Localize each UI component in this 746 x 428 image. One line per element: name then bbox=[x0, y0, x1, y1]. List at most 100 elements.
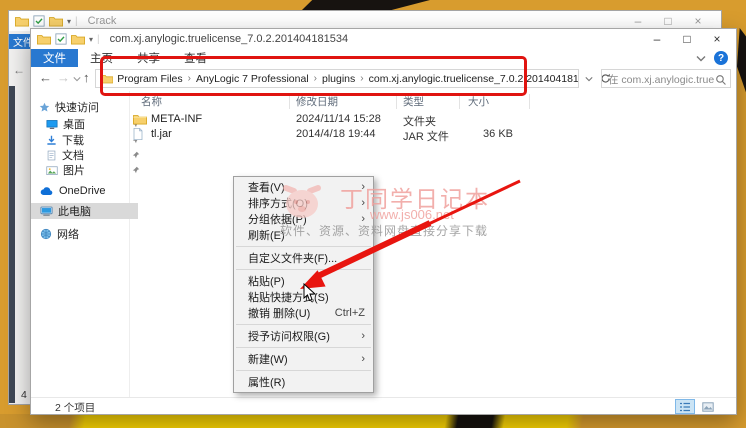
sidebar-item-label: 文档 bbox=[62, 150, 84, 162]
menu-item-new[interactable]: 新建(W) › bbox=[234, 351, 373, 367]
column-divider[interactable] bbox=[459, 94, 460, 109]
file-size: 36 KB bbox=[483, 128, 513, 140]
menu-item-give-access[interactable]: 授予访问权限(G) › bbox=[234, 328, 373, 344]
submenu-arrow-icon: › bbox=[361, 213, 365, 225]
details-view-button[interactable] bbox=[675, 399, 695, 414]
sidebar-item-onedrive[interactable]: OneDrive bbox=[31, 183, 138, 199]
recent-locations-icon[interactable] bbox=[73, 76, 81, 82]
help-icon[interactable]: ? bbox=[714, 51, 728, 65]
menu-item-label: 排序方式(O) bbox=[248, 198, 308, 210]
menu-item-paste-shortcut[interactable]: 粘贴快捷方式(S) bbox=[234, 289, 373, 305]
file-date: 2024/11/14 15:28 bbox=[296, 113, 381, 125]
computer-icon bbox=[40, 206, 53, 216]
navigation-pane: 快速访问 桌面 下载 文档 图片 OneDrive 此电脑 网络 bbox=[31, 91, 140, 398]
sidebar-item-this-pc[interactable]: 此电脑 bbox=[31, 203, 138, 219]
column-divider[interactable] bbox=[396, 94, 397, 109]
sidebar-item-label: 快速访问 bbox=[55, 102, 99, 114]
menu-item-view[interactable]: 查看(V) › bbox=[234, 179, 373, 195]
sidebar-item-downloads[interactable]: 下载 bbox=[31, 132, 144, 148]
folder-icon bbox=[133, 115, 147, 125]
sidebar-item-label: 下载 bbox=[62, 135, 84, 147]
thumbnail-view-button[interactable] bbox=[698, 399, 718, 414]
sidebar-item-documents[interactable]: 文档 bbox=[31, 147, 144, 163]
column-header-size[interactable]: 大小 bbox=[468, 94, 489, 109]
divider: | bbox=[97, 33, 100, 45]
sidebar-item-quick-access[interactable]: 快速访问 bbox=[31, 99, 137, 115]
menu-item-properties[interactable]: 属性(R) bbox=[234, 374, 373, 390]
search-icon bbox=[716, 75, 726, 85]
desktop: ▾ | Crack – □ × 文件 ← 4 ▾ | com.xj.anylog… bbox=[0, 0, 746, 428]
check-properties-icon bbox=[55, 33, 67, 45]
menu-separator bbox=[236, 269, 371, 270]
document-icon bbox=[47, 150, 56, 160]
folder-icon bbox=[15, 17, 29, 27]
address-dropdown-button[interactable] bbox=[581, 69, 597, 88]
file-type: 文件夹 bbox=[403, 116, 436, 128]
qat-dropdown-icon[interactable]: ▾ bbox=[89, 35, 93, 44]
pictures-icon bbox=[46, 165, 58, 175]
titlebar[interactable]: ▾ | com.xj.anylogic.truelicense_7.0.2.20… bbox=[31, 29, 736, 49]
sidebar-item-network[interactable]: 网络 bbox=[31, 226, 138, 242]
status-bar: 2 个项目 bbox=[31, 397, 736, 414]
menu-separator bbox=[236, 347, 371, 348]
sidebar-item-label: 图片 bbox=[63, 165, 85, 177]
submenu-arrow-icon: › bbox=[361, 353, 365, 365]
desktop-icon bbox=[46, 119, 58, 129]
menu-separator bbox=[236, 324, 371, 325]
file-row-meta-inf[interactable]: META-INF 2024/11/14 15:28 文件夹 bbox=[129, 113, 736, 128]
menu-item-label: 属性(R) bbox=[248, 377, 286, 389]
menu-item-label: 查看(V) bbox=[248, 182, 285, 194]
file-date: 2014/4/18 19:44 bbox=[296, 128, 376, 140]
menu-item-label: 粘贴快捷方式(S) bbox=[248, 292, 329, 304]
download-icon bbox=[47, 135, 56, 145]
file-row-tl-jar[interactable]: tl.jar 2014/4/18 19:44 JAR 文件 36 KB bbox=[129, 128, 736, 143]
chevron-down-icon bbox=[585, 76, 593, 81]
column-divider[interactable] bbox=[289, 94, 290, 109]
menu-item-group-by[interactable]: 分组依据(P) › bbox=[234, 211, 373, 227]
close-button[interactable]: × bbox=[702, 29, 732, 48]
tab-file[interactable]: 文件 bbox=[31, 49, 78, 67]
menu-item-refresh[interactable]: 刷新(E) bbox=[234, 227, 373, 243]
file-name: META-INF bbox=[151, 113, 203, 125]
context-menu: 查看(V) › 排序方式(O) › 分组依据(P) › 刷新(E) 自定义文件夹… bbox=[233, 176, 374, 393]
back-button[interactable]: ← bbox=[39, 70, 52, 85]
thumbnail-view-icon bbox=[702, 401, 714, 412]
caution-stripe bbox=[737, 28, 746, 93]
menu-item-paste[interactable]: 粘贴(P) bbox=[234, 273, 373, 289]
maximize-button[interactable]: □ bbox=[672, 29, 702, 48]
column-header-name[interactable]: 名称 bbox=[141, 94, 162, 109]
forward-button[interactable]: → bbox=[57, 70, 70, 85]
expand-ribbon-icon[interactable] bbox=[696, 55, 706, 62]
sidebar-item-label: OneDrive bbox=[59, 185, 106, 197]
search-box[interactable] bbox=[601, 69, 731, 89]
window-controls: – □ × bbox=[642, 29, 732, 48]
search-input[interactable] bbox=[606, 71, 716, 89]
sidebar-item-desktop[interactable]: 桌面 bbox=[31, 116, 144, 132]
menu-item-sort-by[interactable]: 排序方式(O) › bbox=[234, 195, 373, 211]
submenu-arrow-icon: › bbox=[361, 197, 365, 209]
back-window-nav-arrow[interactable]: ← bbox=[13, 63, 25, 77]
menu-item-label: 新建(W) bbox=[248, 354, 288, 366]
annotation-highlight-box bbox=[100, 56, 527, 96]
minimize-button[interactable]: – bbox=[642, 29, 672, 48]
menu-item-label: 授予访问权限(G) bbox=[248, 331, 330, 343]
column-header-date[interactable]: 修改日期 bbox=[296, 94, 338, 109]
up-button[interactable]: ↑ bbox=[83, 70, 90, 85]
menu-item-undo-delete[interactable]: 撤销 删除(U) Ctrl+Z bbox=[234, 305, 373, 321]
column-divider[interactable] bbox=[529, 94, 530, 109]
menu-item-customize-folder[interactable]: 自定义文件夹(F)... bbox=[234, 250, 373, 266]
window-title: com.xj.anylogic.truelicense_7.0.2.201404… bbox=[109, 33, 349, 45]
divider: | bbox=[75, 15, 78, 27]
check-properties-icon bbox=[33, 15, 45, 27]
folder-icon bbox=[71, 35, 85, 45]
qat-dropdown-icon[interactable]: ▾ bbox=[67, 17, 71, 26]
star-icon bbox=[39, 102, 50, 112]
folder-icon bbox=[49, 17, 63, 27]
sidebar-item-pictures[interactable]: 图片 bbox=[31, 162, 144, 178]
item-count: 2 个项目 bbox=[55, 402, 96, 414]
sidebar-item-label: 桌面 bbox=[63, 119, 85, 131]
quick-access-toolbar: ▾ | bbox=[9, 15, 78, 27]
column-header-type[interactable]: 类型 bbox=[403, 94, 424, 109]
menu-item-label: 撤销 删除(U) bbox=[248, 308, 311, 320]
submenu-arrow-icon: › bbox=[361, 181, 365, 193]
